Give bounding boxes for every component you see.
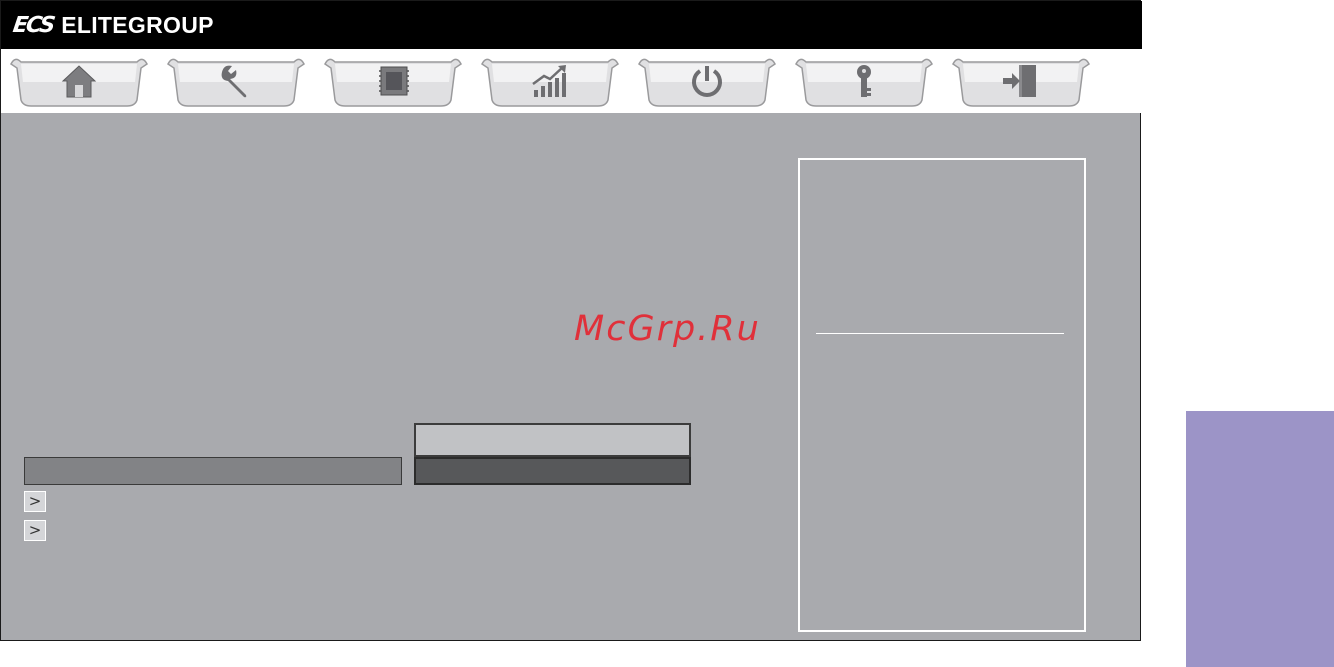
ecs-logo: ECS ELITEGROUP — [11, 8, 214, 42]
watermark: McGrp.Ru — [574, 309, 761, 349]
option-value-box[interactable] — [414, 423, 691, 457]
home-icon — [61, 65, 97, 98]
tab-chipset[interactable] — [323, 54, 463, 110]
tab-security[interactable] — [794, 54, 934, 110]
bios-window: ECS ELITEGROUP > > McGrp.Ru — [0, 0, 1142, 641]
tab-strip — [1, 49, 1142, 113]
tab-power[interactable] — [637, 54, 777, 110]
help-panel — [798, 158, 1086, 632]
exit-door-icon — [1003, 65, 1036, 97]
tab-performance[interactable] — [480, 54, 620, 110]
submenu-arrow-2[interactable]: > — [24, 520, 46, 541]
content-area: > > McGrp.Ru — [1, 113, 1140, 640]
submenu-arrow-1[interactable]: > — [24, 491, 46, 512]
title-bar: ECS ELITEGROUP — [1, 1, 1142, 49]
power-icon — [692, 66, 722, 97]
selected-setting-value[interactable] — [414, 457, 691, 485]
help-divider — [816, 333, 1064, 334]
brand-name: ELITEGROUP — [61, 11, 214, 38]
tab-exit[interactable] — [951, 54, 1091, 110]
tab-advanced[interactable] — [166, 54, 306, 110]
key-icon — [857, 65, 871, 97]
wrench-icon — [221, 65, 247, 98]
cpu-chip-icon — [379, 66, 409, 96]
performance-chart-icon — [532, 65, 566, 97]
tab-main[interactable] — [9, 54, 149, 110]
selected-setting-label[interactable] — [24, 457, 402, 485]
side-tab — [1186, 411, 1334, 667]
logo-mark: ECS — [11, 12, 55, 38]
